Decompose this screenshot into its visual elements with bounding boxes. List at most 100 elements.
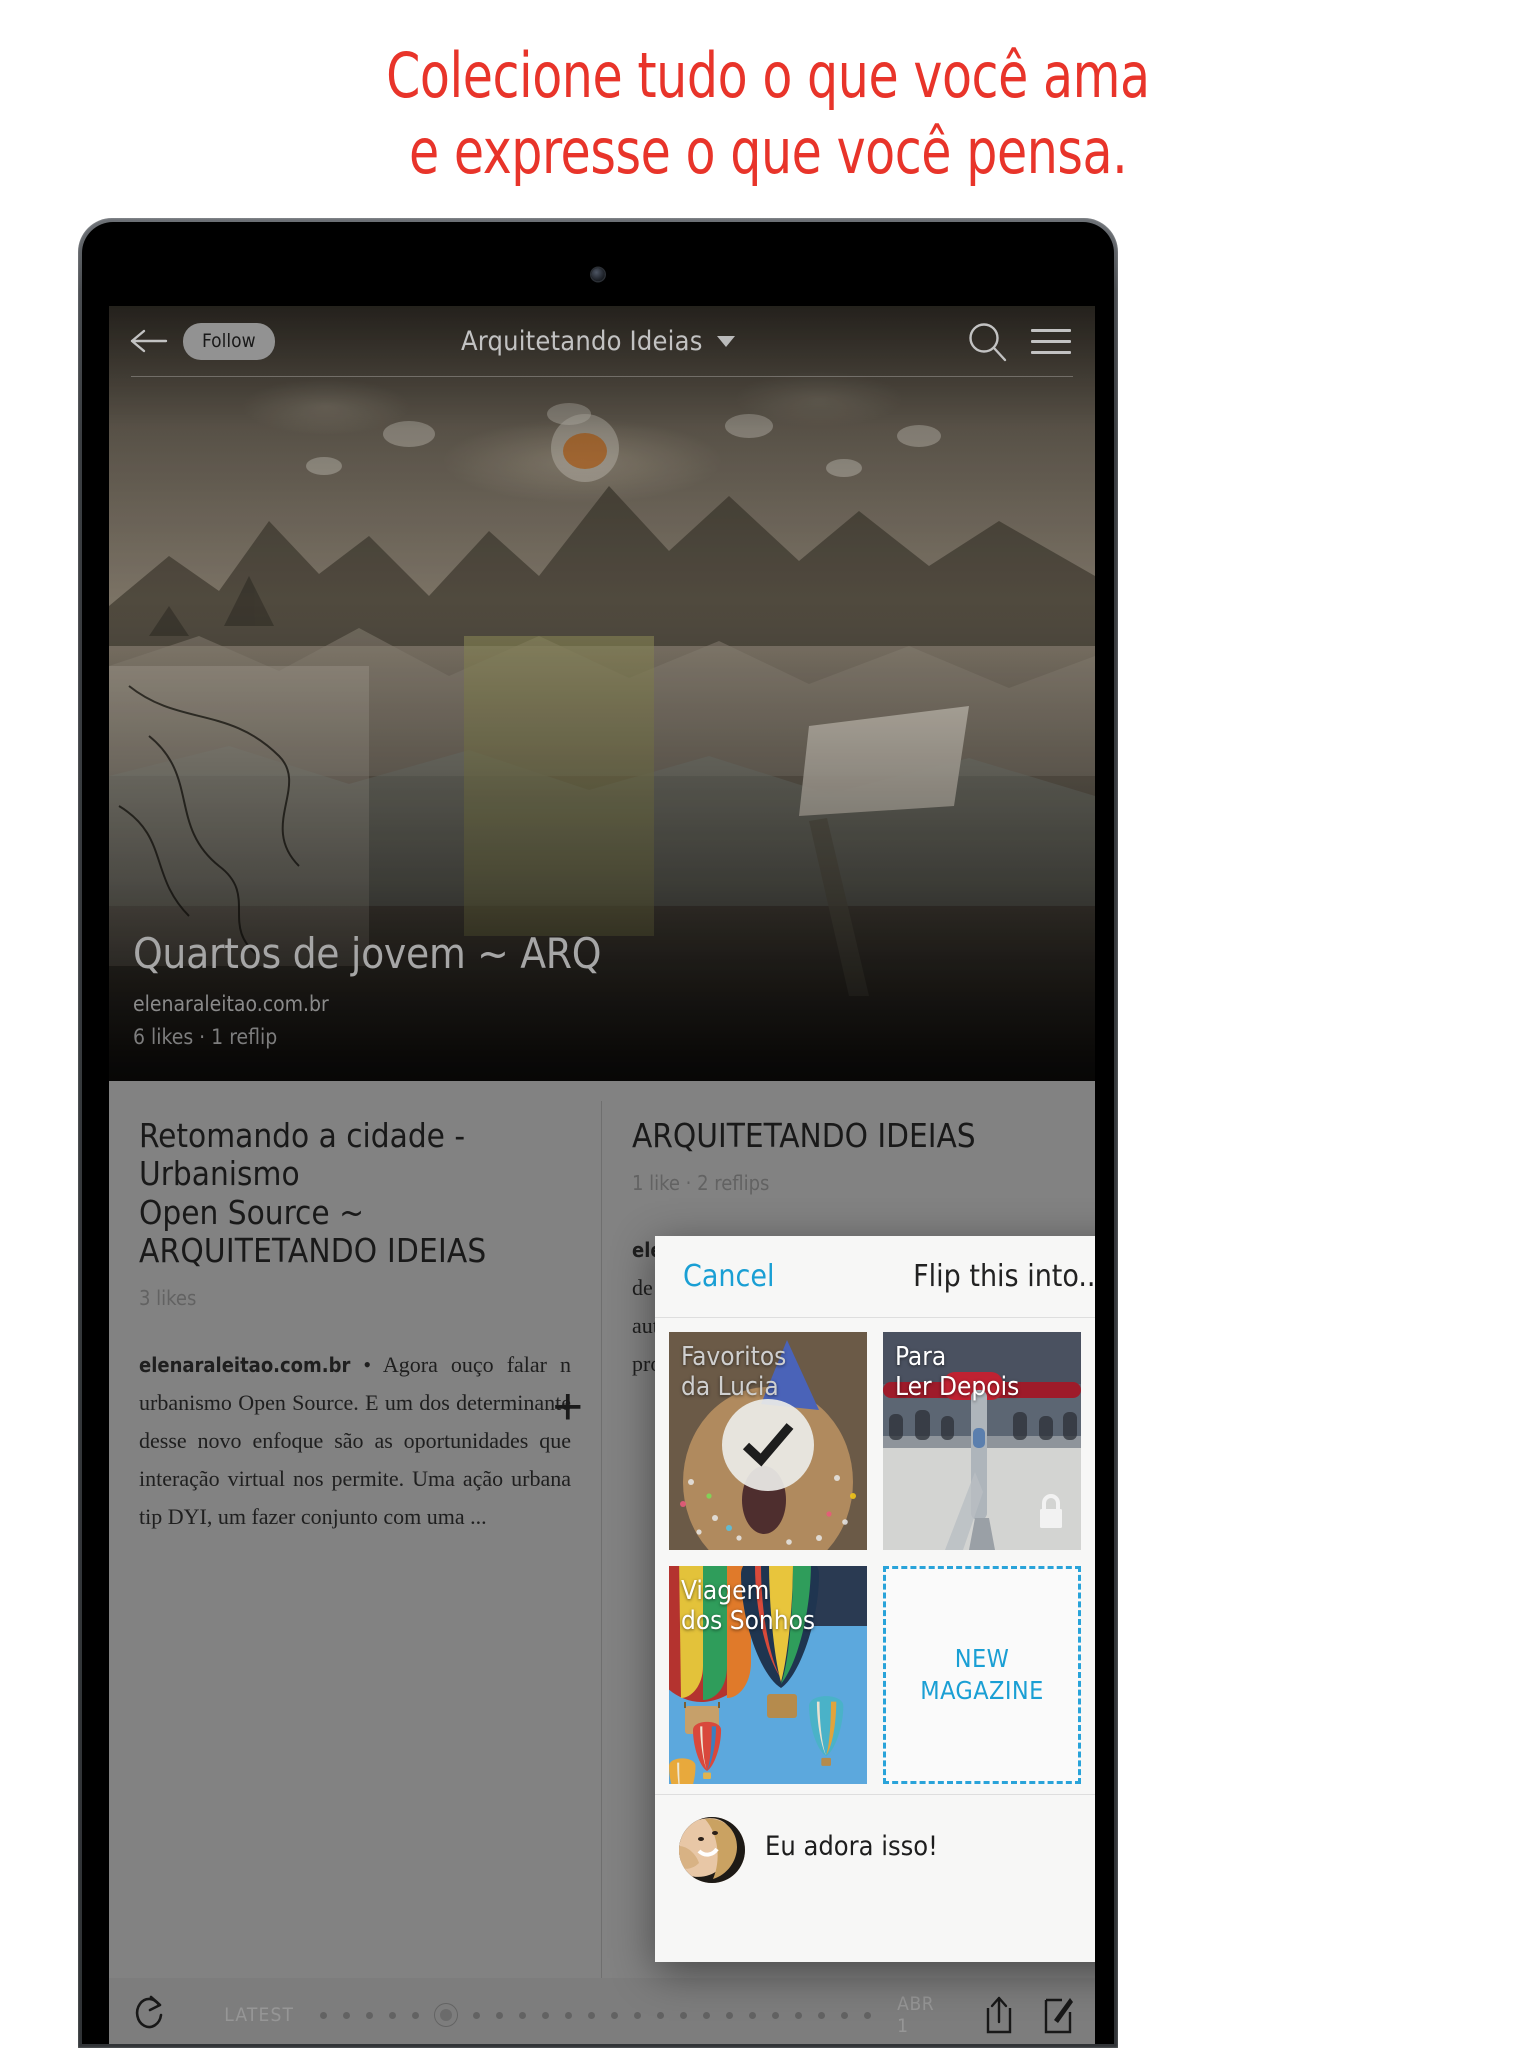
magazine-title-dropdown[interactable]: Arquitetando Ideias bbox=[235, 326, 961, 357]
article-title-left-line1: Retomando a cidade - Urbanismo bbox=[139, 1116, 466, 1194]
page-dot[interactable] bbox=[772, 2011, 780, 2019]
page-dot[interactable] bbox=[473, 2011, 481, 2019]
page-dot[interactable] bbox=[680, 2011, 688, 2019]
magazine-title-label: Arquitetando Ideias bbox=[460, 325, 703, 357]
cancel-button[interactable]: Cancel bbox=[683, 1259, 774, 1294]
navbar-divider bbox=[131, 376, 1073, 377]
page-dot[interactable] bbox=[412, 2011, 420, 2019]
page-dot[interactable] bbox=[519, 2011, 527, 2019]
app-screen: Quartos de jovem ~ ARQ elenaraleitao.com… bbox=[109, 306, 1095, 2044]
refresh-glyph bbox=[135, 1995, 163, 2028]
date-label: ABR 1 bbox=[897, 1993, 935, 2037]
article-stats-right: 1 like · 2 reflips bbox=[632, 1171, 770, 1196]
page-dot-strip[interactable] bbox=[320, 2004, 872, 2026]
lock-glyph bbox=[1040, 1494, 1062, 1528]
magazine-name-line2: dos Sonhos bbox=[681, 1606, 816, 1637]
article-title-left-line3: ARQUITETANDO IDEIAS bbox=[139, 1230, 487, 1270]
check-glyph bbox=[742, 1423, 794, 1467]
menu-bar-2 bbox=[1031, 339, 1071, 343]
front-camera-icon bbox=[591, 268, 605, 281]
new-magazine-line1: NEW bbox=[954, 1643, 1010, 1673]
magazine-name-favoritos: Favoritos da Lucia bbox=[681, 1342, 857, 1402]
compose-icon[interactable] bbox=[1036, 1994, 1081, 2036]
new-magazine-button[interactable]: NEW MAGAZINE bbox=[883, 1566, 1081, 1784]
article-card-left[interactable]: Retomando a cidade - Urbanismo Open Sour… bbox=[109, 1081, 601, 2044]
hero-image[interactable]: Quartos de jovem ~ ARQ elenaraleitao.com… bbox=[109, 306, 1095, 1081]
magazine-name-line2: da Lucia bbox=[681, 1372, 779, 1403]
search-glyph bbox=[969, 323, 1007, 362]
magazine-tile-para-ler-depois[interactable]: Para Ler Depois bbox=[883, 1332, 1081, 1550]
flip-into-modal: Cancel Flip this into... Add bbox=[655, 1236, 1095, 1962]
article-source-left: elenaraleitao.com.br bbox=[139, 1353, 351, 1378]
back-arrow-icon[interactable] bbox=[129, 321, 169, 361]
avatar bbox=[679, 1817, 745, 1883]
comment-row: Eu adora isso! bbox=[655, 1794, 1095, 1962]
magazine-name-line1: Para bbox=[895, 1342, 947, 1372]
refresh-icon[interactable] bbox=[133, 1993, 172, 2038]
magazine-name-line1: Favoritos bbox=[681, 1342, 787, 1372]
page-dot[interactable] bbox=[795, 2011, 803, 2019]
article-body-left: elenaraleitao.com.br • Agora ouço falar … bbox=[139, 1346, 571, 1536]
promo-line-1: Colecione tudo o que você ama bbox=[386, 39, 1150, 112]
page-dot[interactable] bbox=[496, 2011, 504, 2019]
page-dot[interactable] bbox=[657, 2011, 665, 2019]
article-title-right-line1: ARQUITETANDO IDEIAS bbox=[632, 1116, 976, 1155]
article-stats-left: 3 likes bbox=[139, 1286, 197, 1311]
share-glyph bbox=[987, 1996, 1012, 2034]
latest-label: LATEST bbox=[224, 2004, 295, 2026]
article-title-left-line2: Open Source ~ bbox=[139, 1192, 364, 1232]
modal-title: Flip this into... bbox=[913, 1259, 1095, 1294]
magazine-name-para-ler-depois: Para Ler Depois bbox=[895, 1342, 1071, 1402]
compose-glyph bbox=[1045, 1998, 1074, 2034]
tablet-bezel: Quartos de jovem ~ ARQ elenaraleitao.com… bbox=[82, 222, 1114, 2044]
article-bullet-left: • bbox=[363, 1352, 372, 1378]
menu-bar-1 bbox=[1031, 328, 1071, 332]
page-dot-current[interactable] bbox=[435, 2004, 458, 2026]
page-dot[interactable] bbox=[749, 2011, 757, 2019]
page-dot[interactable] bbox=[542, 2011, 550, 2019]
arrow-left-icon bbox=[130, 329, 168, 353]
share-icon[interactable] bbox=[977, 1994, 1022, 2036]
page-dot[interactable] bbox=[389, 2011, 397, 2019]
article-title-right: ARQUITETANDO IDEIAS bbox=[632, 1116, 1065, 1155]
magazine-name-line2: Ler Depois bbox=[895, 1372, 1020, 1403]
menu-bar-3 bbox=[1031, 350, 1071, 354]
page-dot[interactable] bbox=[565, 2011, 573, 2019]
tablet-device-frame: Quartos de jovem ~ ARQ elenaraleitao.com… bbox=[78, 218, 1118, 2048]
article-excerpt-left: Agora ouço falar n urbanismo Open Source… bbox=[139, 1352, 571, 1530]
search-icon[interactable] bbox=[961, 315, 1013, 367]
article-title-left: Retomando a cidade - Urbanismo Open Sour… bbox=[139, 1116, 571, 1270]
hamburger-menu-icon[interactable] bbox=[1025, 328, 1077, 354]
magazine-name-line1: Viagem bbox=[681, 1576, 770, 1606]
promo-line-2: e expresse o que você pensa. bbox=[408, 114, 1128, 188]
page-dot[interactable] bbox=[726, 2011, 734, 2019]
hero-stats: 6 likes · 1 reflip bbox=[133, 1025, 278, 1049]
magazine-tile-viagem[interactable]: Viagem dos Sonhos bbox=[669, 1566, 867, 1784]
add-to-magazine-button-left[interactable]: + bbox=[553, 1381, 583, 1433]
private-lock-icon bbox=[1035, 1491, 1067, 1536]
selected-check-icon bbox=[722, 1399, 814, 1492]
page-dot[interactable] bbox=[343, 2011, 351, 2019]
hero-title: Quartos de jovem ~ ARQ bbox=[133, 929, 602, 978]
page-dot[interactable] bbox=[864, 2011, 872, 2019]
magazine-grid: Favoritos da Lucia Para Ler Depois Viage… bbox=[655, 1318, 1095, 1794]
app-navbar: Follow Arquitetando Ideias bbox=[109, 306, 1095, 376]
app-bottom-toolbar: LATEST ABR 1 bbox=[109, 1978, 1095, 2044]
balloon-small-c bbox=[669, 1758, 696, 1784]
chevron-down-icon bbox=[716, 335, 735, 347]
page-dot[interactable] bbox=[588, 2011, 596, 2019]
promo-headline: Colecione tudo o que você ama e expresse… bbox=[0, 0, 1536, 215]
hero-source: elenaraleitao.com.br bbox=[133, 992, 329, 1016]
page-dot[interactable] bbox=[320, 2011, 328, 2019]
new-magazine-label: NEW MAGAZINE bbox=[920, 1643, 1043, 1708]
page-dot[interactable] bbox=[818, 2011, 826, 2019]
magazine-name-viagem: Viagem dos Sonhos bbox=[681, 1576, 857, 1636]
page-dot[interactable] bbox=[703, 2011, 711, 2019]
page-dot[interactable] bbox=[841, 2011, 849, 2019]
page-dot[interactable] bbox=[634, 2011, 642, 2019]
comment-text: Eu adora isso! bbox=[765, 1831, 938, 1862]
page-dot[interactable] bbox=[611, 2011, 619, 2019]
modal-header: Cancel Flip this into... Add bbox=[655, 1236, 1095, 1318]
page-dot[interactable] bbox=[366, 2011, 374, 2019]
magazine-tile-favoritos[interactable]: Favoritos da Lucia bbox=[669, 1332, 867, 1550]
